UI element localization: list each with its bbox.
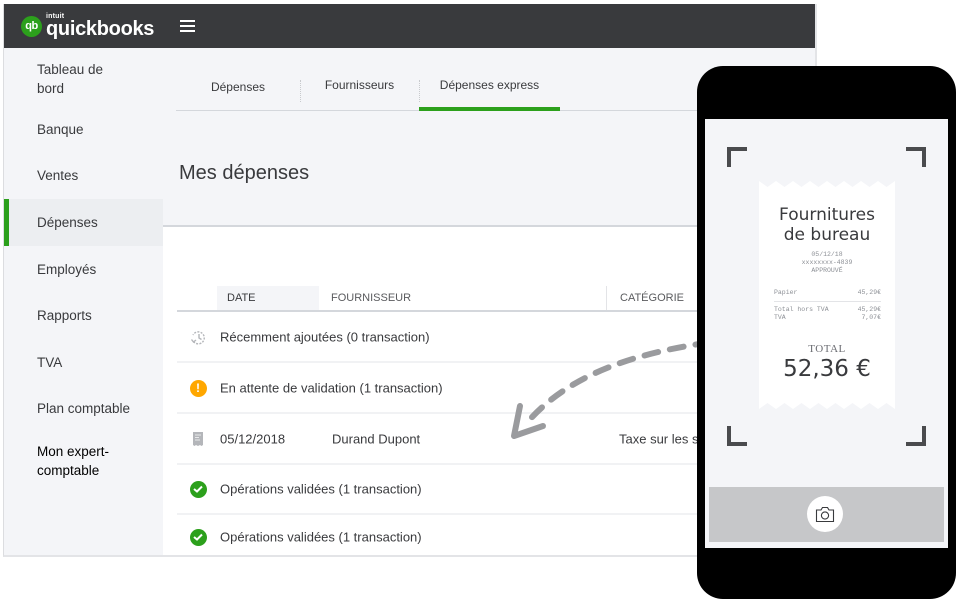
receipt-subtotal-amount: 45,29€ — [857, 306, 881, 313]
receipt-item-label: Papier — [774, 289, 798, 296]
transaction-date: 05/12/2018 — [220, 431, 286, 447]
column-header-date[interactable]: DATE — [217, 286, 319, 310]
receipt-torn-edge — [759, 179, 895, 187]
group-label: Récemment ajoutées (0 transaction) — [220, 329, 430, 345]
receipt-title-line: Fournitures — [779, 205, 875, 225]
tab-depenses[interactable]: Dépenses — [176, 78, 300, 111]
receipt-lines: Papier 45,29€ Total hors TVA 45,29€ TVA 7,0… — [774, 289, 881, 322]
receipt-item-amount: 45,29€ — [857, 289, 881, 296]
tab-fournisseurs[interactable]: Fournisseurs — [300, 78, 419, 111]
receipt-date: 05/12/18 — [811, 251, 843, 258]
receipt-tax-amount: 7,07€ — [861, 314, 881, 321]
sidebar-item-label: Mon expert-comptable — [37, 444, 110, 479]
receipt-status: APPROUVÉ — [811, 267, 843, 274]
tab-label: Fournisseurs — [324, 78, 395, 92]
sidebar-item-ventes[interactable]: Ventes — [4, 153, 163, 200]
receipt-preview: Fournitures de bureau 05/12/18 xxxxxxxx-… — [759, 179, 895, 411]
transaction-category: Taxe sur les s — [619, 431, 699, 447]
transaction-supplier: Durand Dupont — [332, 431, 421, 447]
sidebar-item-label: Banque — [37, 121, 84, 137]
scan-frame-corner — [906, 147, 926, 167]
sidebar-item-label: Ventes — [37, 168, 79, 184]
scan-frame-corner — [906, 426, 926, 446]
scan-frame-corner — [727, 426, 747, 446]
sidebar-item-rapports[interactable]: Rapports — [4, 292, 163, 339]
quickbooks-logo[interactable]: qb intuit quickbooks — [21, 13, 154, 39]
column-header-categorie[interactable]: CATÉGORIE — [606, 286, 684, 310]
quickbooks-label: quickbooks — [46, 18, 155, 40]
page-title: Mes dépenses — [179, 162, 310, 184]
group-label: En attente de validation (1 transaction) — [220, 380, 443, 396]
receipt-torn-edge — [759, 403, 895, 411]
history-icon — [189, 328, 207, 346]
scan-frame-corner — [727, 147, 747, 167]
check-circle-icon — [189, 528, 207, 546]
group-label: Opérations validées (1 transaction) — [220, 481, 422, 497]
capture-button[interactable] — [807, 496, 843, 532]
sidebar-item-employes[interactable]: Employés — [4, 246, 163, 293]
quickbooks-app-window: qb intuit quickbooks Tableau de bord Ban… — [3, 4, 817, 557]
sidebar-item-mon-expert-comptable[interactable]: Mon expert-comptable — [4, 432, 163, 490]
receipt-subtotal-label: Total hors TVA — [774, 306, 829, 313]
sidebar-item-label: Plan comptable — [37, 401, 131, 417]
sidebar-item-label: TVA — [37, 354, 63, 370]
receipt-title: Fournitures de bureau — [759, 205, 895, 245]
top-bar: qb intuit quickbooks — [4, 4, 815, 48]
receipt-divider — [774, 301, 881, 302]
sidebar-item-banque[interactable]: Banque — [4, 106, 163, 153]
receipt-total-label: TOTAL — [808, 343, 846, 355]
sidebar-item-label: Employés — [37, 261, 97, 277]
qb-logo-icon: qb — [21, 15, 42, 37]
sidebar-item-depenses[interactable]: Dépenses — [4, 199, 163, 246]
phone-mockup: Fournitures de bureau 05/12/18 xxxxxxxx-… — [697, 66, 956, 599]
warning-icon: ! — [189, 379, 207, 397]
receipt-title-line: de bureau — [783, 225, 871, 245]
receipt-card-number: xxxxxxxx-4839 — [801, 259, 853, 266]
receipt-total-amount: 52,36 € — [783, 356, 871, 382]
sidebar-item-tableau-de-bord[interactable]: Tableau de bord — [4, 48, 163, 106]
tab-label: Dépenses — [210, 80, 266, 94]
hamburger-menu-icon[interactable] — [180, 20, 196, 32]
receipt-tax: TVA 7,07€ — [774, 314, 881, 322]
receipt-tax-label: TVA — [774, 314, 786, 321]
sidebar-item-plan-comptable[interactable]: Plan comptable — [4, 386, 163, 433]
sidebar-item-label: Dépenses — [37, 214, 98, 230]
tab-depenses-express[interactable]: Dépenses express — [419, 78, 560, 111]
logo-wordmark: intuit quickbooks — [46, 13, 154, 39]
sidebar-item-label: Rapports — [37, 308, 92, 324]
receipt-meta: 05/12/18 xxxxxxxx-4839 APPROUVÉ — [759, 251, 895, 275]
group-label: Opérations validées (1 transaction) — [220, 529, 422, 545]
tab-label: Dépenses express — [439, 78, 540, 92]
receipt-scanner-screen: Fournitures de bureau 05/12/18 xxxxxxxx-… — [705, 119, 948, 548]
receipt-icon — [189, 430, 207, 448]
warning-icon-glyph: ! — [189, 379, 207, 397]
check-circle-icon — [189, 480, 207, 498]
sidebar-item-label: Tableau de bord — [37, 62, 104, 96]
column-header-fournisseur[interactable]: FOURNISSEUR — [319, 286, 411, 310]
camera-icon — [815, 506, 835, 522]
receipt-subtotal: Total hors TVA 45,29€ — [774, 306, 881, 314]
camera-bar — [709, 487, 944, 542]
sidebar-item-tva[interactable]: TVA — [4, 339, 163, 386]
receipt-item: Papier 45,29€ — [774, 289, 881, 297]
sidebar-nav: Tableau de bord Banque Ventes Dépenses E… — [4, 48, 163, 555]
